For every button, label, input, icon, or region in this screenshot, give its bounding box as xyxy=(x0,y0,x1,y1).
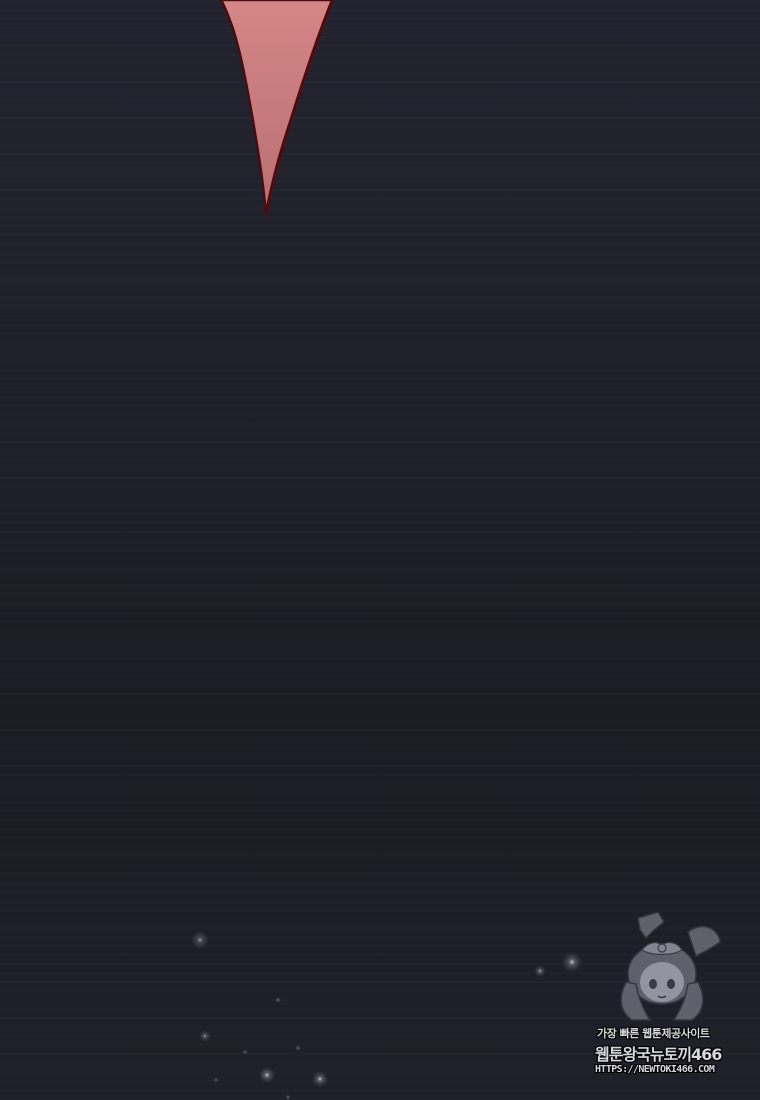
watermark-site-name: 웹툰왕국뉴토끼466 xyxy=(595,1045,722,1064)
bunny-girl-mascot-icon xyxy=(620,912,721,1021)
webtoon-panel: 가장 빠른 웹툰제공사이트 웹툰왕국뉴토끼466 HTTPS://NEWTOKI… xyxy=(0,0,760,1100)
watermark-url: HTTPS://NEWTOKI466.COM xyxy=(595,1064,715,1075)
red-blade-tip xyxy=(219,0,334,216)
watermark-tagline: 가장 빠른 웹툰제공사이트 xyxy=(597,1027,710,1040)
site-watermark: 가장 빠른 웹툰제공사이트 웹툰왕국뉴토끼466 HTTPS://NEWTOKI… xyxy=(590,912,750,1092)
